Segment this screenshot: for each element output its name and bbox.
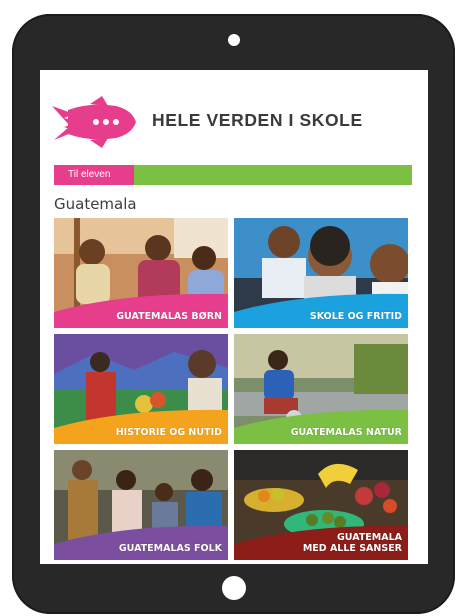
tile-label-line-1: GUATEMALA (336, 532, 402, 543)
nav-bar: Til eleven (54, 165, 412, 185)
header: HELE VERDEN I SKOLE (40, 96, 428, 148)
tile-label: GUATEMALAS FOLK (118, 543, 222, 554)
tile-guatemalas-natur[interactable]: GUATEMALAS NATUR (234, 334, 408, 444)
tile-label: GUATEMALAS BØRN (116, 311, 222, 322)
rocket-icon[interactable] (50, 96, 138, 148)
nav-tab-til-eleven[interactable]: Til eleven (54, 165, 134, 185)
tile-label-line-2: MED ALLE SANSER (302, 543, 402, 554)
tile-guatemala-med-alle-sanser[interactable]: GUATEMALA MED ALLE SANSER (234, 450, 408, 560)
tile-label: GUATEMALAS NATUR (290, 427, 402, 438)
tile-guatemalas-folk[interactable]: GUATEMALAS FOLK (54, 450, 228, 560)
tile-historie-og-nutid[interactable]: HISTORIE OG NUTID (54, 334, 228, 444)
tablet-frame: HELE VERDEN I SKOLE Til eleven Guatemala (12, 14, 455, 614)
screen: HELE VERDEN I SKOLE Til eleven Guatemala (40, 70, 428, 564)
tile-label: SKOLE OG FRITID (309, 311, 402, 322)
tile-label: HISTORIE OG NUTID (115, 427, 222, 438)
home-button[interactable] (222, 576, 246, 600)
tile-label: GUATEMALA MED ALLE SANSER (303, 532, 402, 554)
page-title: Guatemala (54, 195, 137, 213)
site-title[interactable]: HELE VERDEN I SKOLE (152, 110, 363, 131)
tile-skole-og-fritid[interactable]: SKOLE OG FRITID (234, 218, 408, 328)
tile-guatemalas-born[interactable]: GUATEMALAS BØRN (54, 218, 228, 328)
camera-icon (228, 34, 240, 46)
